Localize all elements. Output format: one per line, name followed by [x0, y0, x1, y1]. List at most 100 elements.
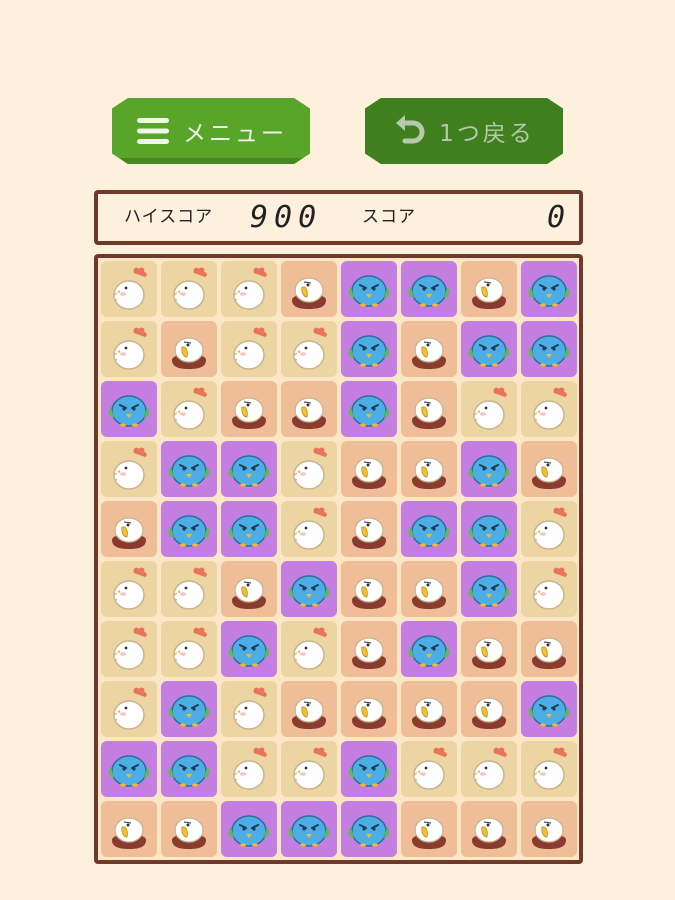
- chicken-tile[interactable]: [521, 741, 577, 797]
- high-score-value: 900: [250, 200, 323, 235]
- penguin-tile[interactable]: [401, 501, 457, 557]
- eagle-icon: [231, 577, 267, 610]
- penguin-tile[interactable]: [461, 561, 517, 617]
- penguin-tile[interactable]: [221, 621, 277, 677]
- penguin-icon: [467, 515, 511, 548]
- eagle-tile[interactable]: [461, 621, 517, 677]
- chicken-icon: [233, 326, 268, 370]
- score-bar: ハイスコア 900 スコア 0: [94, 190, 583, 245]
- hamburger-icon: [137, 118, 169, 144]
- penguin-icon: [467, 335, 511, 368]
- eagle-icon: [351, 517, 387, 550]
- chicken-icon: [293, 446, 328, 490]
- penguin-tile[interactable]: [161, 441, 217, 497]
- penguin-tile[interactable]: [101, 741, 157, 797]
- eagle-icon: [111, 817, 147, 850]
- eagle-tile[interactable]: [521, 441, 577, 497]
- penguin-icon: [467, 575, 511, 608]
- chicken-tile[interactable]: [101, 681, 157, 737]
- eagle-tile[interactable]: [341, 621, 397, 677]
- eagle-tile[interactable]: [341, 681, 397, 737]
- chicken-tile[interactable]: [221, 741, 277, 797]
- eagle-tile[interactable]: [281, 381, 337, 437]
- eagle-tile[interactable]: [401, 681, 457, 737]
- penguin-tile[interactable]: [341, 741, 397, 797]
- penguin-tile[interactable]: [401, 621, 457, 677]
- eagle-tile[interactable]: [161, 801, 217, 857]
- penguin-tile[interactable]: [341, 321, 397, 377]
- eagle-tile[interactable]: [521, 801, 577, 857]
- chicken-tile[interactable]: [221, 681, 277, 737]
- penguin-tile[interactable]: [401, 261, 457, 317]
- chicken-tile[interactable]: [461, 381, 517, 437]
- eagle-tile[interactable]: [401, 561, 457, 617]
- penguin-tile[interactable]: [521, 321, 577, 377]
- penguin-tile[interactable]: [461, 441, 517, 497]
- eagle-tile[interactable]: [221, 561, 277, 617]
- penguin-tile[interactable]: [101, 381, 157, 437]
- eagle-tile[interactable]: [281, 681, 337, 737]
- chicken-tile[interactable]: [101, 261, 157, 317]
- chicken-tile[interactable]: [101, 321, 157, 377]
- eagle-tile[interactable]: [341, 441, 397, 497]
- chicken-tile[interactable]: [281, 501, 337, 557]
- eagle-icon: [171, 337, 207, 370]
- penguin-tile[interactable]: [461, 321, 517, 377]
- penguin-tile[interactable]: [161, 501, 217, 557]
- eagle-tile[interactable]: [101, 501, 157, 557]
- eagle-tile[interactable]: [281, 261, 337, 317]
- penguin-tile[interactable]: [341, 801, 397, 857]
- eagle-tile[interactable]: [461, 681, 517, 737]
- eagle-tile[interactable]: [521, 621, 577, 677]
- eagle-tile[interactable]: [101, 801, 157, 857]
- penguin-tile[interactable]: [161, 681, 217, 737]
- penguin-tile[interactable]: [281, 561, 337, 617]
- penguin-tile[interactable]: [521, 261, 577, 317]
- penguin-tile[interactable]: [521, 681, 577, 737]
- eagle-icon: [471, 277, 507, 310]
- chicken-tile[interactable]: [221, 261, 277, 317]
- undo-button[interactable]: 1つ戻る: [365, 98, 563, 164]
- chicken-tile[interactable]: [161, 621, 217, 677]
- eagle-tile[interactable]: [401, 441, 457, 497]
- chicken-tile[interactable]: [401, 741, 457, 797]
- chicken-tile[interactable]: [101, 441, 157, 497]
- chicken-tile[interactable]: [281, 621, 337, 677]
- eagle-icon: [291, 697, 327, 730]
- chicken-tile[interactable]: [521, 501, 577, 557]
- penguin-tile[interactable]: [221, 441, 277, 497]
- chicken-tile[interactable]: [161, 261, 217, 317]
- eagle-tile[interactable]: [461, 801, 517, 857]
- penguin-tile[interactable]: [281, 801, 337, 857]
- eagle-tile[interactable]: [401, 321, 457, 377]
- chicken-tile[interactable]: [461, 741, 517, 797]
- chicken-tile[interactable]: [161, 561, 217, 617]
- eagle-icon: [411, 457, 447, 490]
- chicken-tile[interactable]: [221, 321, 277, 377]
- eagle-tile[interactable]: [401, 381, 457, 437]
- penguin-tile[interactable]: [461, 501, 517, 557]
- penguin-tile[interactable]: [341, 261, 397, 317]
- chicken-tile[interactable]: [521, 561, 577, 617]
- eagle-tile[interactable]: [221, 381, 277, 437]
- eagle-tile[interactable]: [461, 261, 517, 317]
- chicken-tile[interactable]: [281, 321, 337, 377]
- chicken-tile[interactable]: [281, 741, 337, 797]
- chicken-tile[interactable]: [161, 381, 217, 437]
- chicken-tile[interactable]: [101, 561, 157, 617]
- penguin-icon: [167, 515, 211, 548]
- chicken-tile[interactable]: [521, 381, 577, 437]
- penguin-tile[interactable]: [161, 741, 217, 797]
- undo-arrow-icon: [396, 115, 425, 144]
- penguin-tile[interactable]: [221, 501, 277, 557]
- chicken-tile[interactable]: [281, 441, 337, 497]
- eagle-tile[interactable]: [341, 561, 397, 617]
- menu-button[interactable]: メニュー: [112, 98, 310, 164]
- chicken-tile[interactable]: [101, 621, 157, 677]
- penguin-tile[interactable]: [221, 801, 277, 857]
- eagle-tile[interactable]: [341, 501, 397, 557]
- penguin-icon: [227, 815, 271, 848]
- eagle-tile[interactable]: [161, 321, 217, 377]
- penguin-tile[interactable]: [341, 381, 397, 437]
- eagle-tile[interactable]: [401, 801, 457, 857]
